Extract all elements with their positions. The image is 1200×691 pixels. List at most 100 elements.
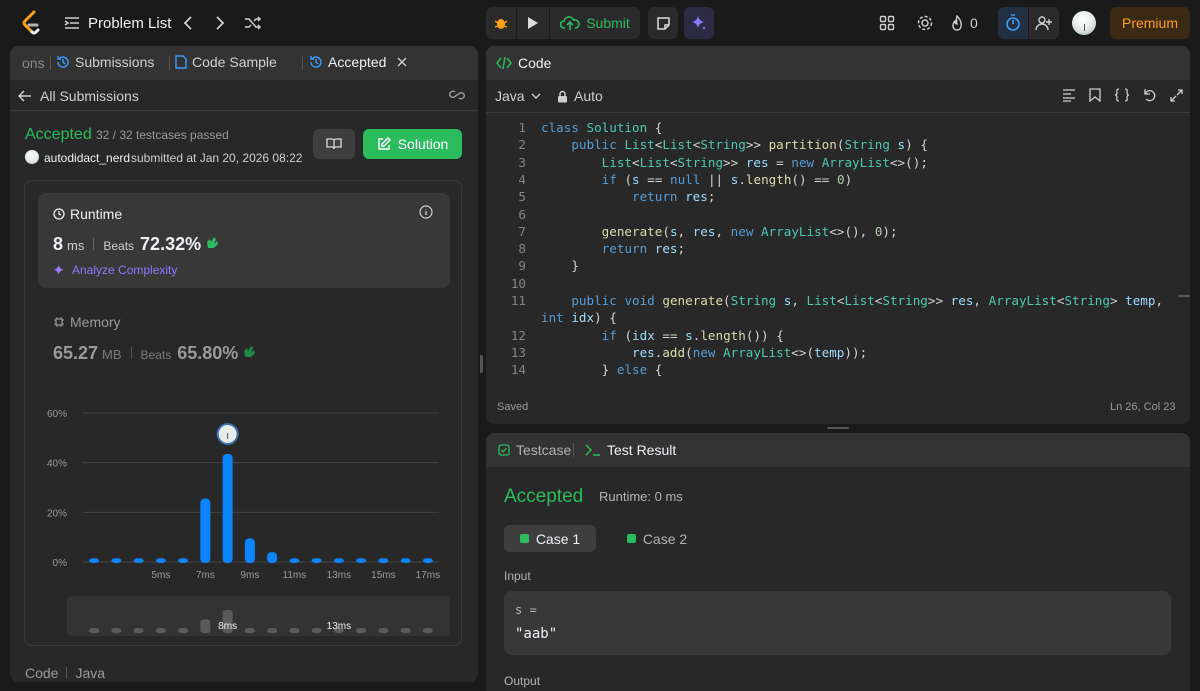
run-button[interactable] (517, 7, 549, 39)
mini-chart-bar (111, 628, 122, 633)
editorial-button[interactable] (313, 129, 355, 159)
x-tick-label: 9ms (240, 570, 259, 581)
code-line[interactable]: 4 if (s == null || s.length() == 0) (486, 172, 1190, 189)
tab-testcase[interactable]: Testcase (498, 442, 571, 458)
format-icon[interactable] (1062, 88, 1076, 102)
layout-button[interactable] (874, 10, 900, 36)
vertical-resize-handle[interactable] (480, 355, 483, 373)
chart-bar (111, 558, 122, 563)
logo-icon[interactable] (18, 9, 44, 37)
autocomplete-mode[interactable]: Auto (557, 88, 603, 104)
avatar[interactable] (1072, 11, 1096, 35)
tab-divider (302, 56, 303, 70)
mini-chart-bar (89, 628, 100, 633)
mini-chart-bar (178, 628, 189, 633)
bookmark-icon[interactable] (1089, 88, 1101, 102)
braces-icon[interactable] (1114, 88, 1130, 102)
code-line[interactable]: 3 List<List<String>> res = new ArrayList… (486, 155, 1190, 172)
lock-icon (558, 90, 567, 102)
grid-layout-icon (879, 15, 895, 31)
input-box[interactable]: s = "aab" (504, 591, 1171, 655)
input-var-name: s = (515, 603, 537, 617)
fullscreen-icon[interactable] (1170, 88, 1183, 102)
checkbox-icon (498, 444, 510, 456)
edit-icon (378, 137, 391, 150)
problem-list-label: Problem List (88, 14, 172, 32)
runtime-card[interactable]: Runtime 8 ms Beats 72.32% Analyze Comple… (38, 193, 450, 288)
case-1-button[interactable]: Case 1 (504, 525, 596, 552)
horizontal-resize-handle[interactable] (827, 427, 849, 429)
code-line[interactable]: int idx) { (486, 310, 1190, 327)
case-1-label: Case 1 (535, 530, 581, 547)
fire-icon (952, 14, 962, 31)
code-line[interactable]: 10 (486, 276, 1190, 293)
code-editor[interactable]: 1 class Solution {2 public List<List<Stri… (486, 119, 1190, 383)
mini-chart-background[interactable] (67, 596, 450, 636)
clock-icon (53, 208, 65, 220)
tab-code-sample[interactable]: Code Sample (175, 54, 277, 70)
x-tick-label: 5ms (151, 570, 170, 581)
code-line[interactable]: 8 return res; (486, 241, 1190, 258)
chevron-left-icon (183, 16, 192, 30)
premium-label: Premium (1121, 15, 1178, 31)
close-icon[interactable] (397, 57, 407, 67)
code-line[interactable]: 6 (486, 207, 1190, 224)
tab-accepted[interactable]: Accepted (309, 54, 407, 70)
settings-button[interactable] (912, 10, 938, 36)
code-line[interactable]: 2 public List<List<String>> partition(St… (486, 137, 1190, 154)
runtime-distribution-chart[interactable]: 60% 40% 20% 0% 5ms 7ms 9ms 11ms 13ms 15ms 17ms 8m… (25, 351, 461, 641)
code-line[interactable]: 1 class Solution { (486, 120, 1190, 137)
code-text: class Solution { (541, 120, 663, 135)
tab-code-sample-label: Code Sample (192, 54, 277, 70)
submitter-username[interactable]: autodidact_nerd (44, 151, 130, 165)
solution-button[interactable]: Solution (363, 129, 462, 159)
invite-button[interactable] (1029, 7, 1059, 39)
cursor-position: Ln 26, Col 23 (1110, 401, 1176, 413)
code-line[interactable]: 14 } else { (486, 362, 1190, 379)
chip-icon (54, 317, 64, 327)
submit-button[interactable]: Submit (550, 7, 640, 39)
chart-bar (400, 558, 411, 563)
info-icon[interactable] (419, 205, 433, 219)
code-line[interactable]: 13 res.add(new ArrayList<>(temp)); (486, 345, 1190, 362)
note-icon (656, 16, 670, 30)
x-tick-label: 17ms (416, 570, 440, 581)
chart-bar (89, 558, 100, 563)
submission-status: Accepted (25, 126, 92, 143)
random-problem-button[interactable] (240, 10, 266, 36)
streak-counter[interactable]: 0 (950, 10, 978, 36)
prev-problem-button[interactable] (176, 10, 200, 36)
ai-assist-button[interactable] (684, 7, 714, 39)
code-line[interactable]: 7 generate(s, res, new ArrayList<>(), 0)… (486, 224, 1190, 241)
tab-submissions[interactable]: Submissions (56, 54, 154, 70)
code-line[interactable]: 11 public void generate(String s, List<L… (486, 293, 1190, 310)
problem-list-link[interactable]: Problem List (64, 7, 171, 39)
mini-chart-bar (378, 628, 389, 633)
analyze-complexity-link[interactable]: Analyze Complexity (53, 263, 177, 277)
language-select[interactable]: Java (495, 88, 541, 104)
debug-button[interactable] (486, 7, 516, 39)
memory-title: Memory (70, 314, 121, 330)
code-text: } (571, 258, 579, 274)
premium-button[interactable]: Premium (1110, 7, 1190, 39)
case-2-button[interactable]: Case 2 (611, 525, 703, 552)
back-to-submissions[interactable]: All Submissions (18, 88, 139, 104)
next-problem-button[interactable] (208, 10, 232, 36)
code-line[interactable]: 5 return res; (486, 189, 1190, 206)
tab-accepted-label: Accepted (328, 54, 387, 70)
reset-icon[interactable] (1143, 88, 1157, 102)
code-text: if (idx == s.length()) { (601, 327, 784, 343)
code-line[interactable]: 9 } (486, 258, 1190, 275)
tab-descriptions-partial[interactable]: ons (22, 55, 45, 71)
timer-button[interactable] (998, 7, 1028, 39)
notes-button[interactable] (648, 7, 678, 39)
editor-scrollbar[interactable] (1178, 295, 1190, 297)
stopwatch-icon (1006, 14, 1020, 31)
mini-chart-label: 13ms (327, 621, 351, 632)
tab-test-result[interactable]: Test Result (585, 442, 676, 458)
line-number: 7 (518, 223, 526, 239)
divider (486, 112, 1190, 113)
runtime-unit: ms (67, 238, 85, 253)
share-link-button[interactable] (448, 88, 466, 107)
code-line[interactable]: 12 if (idx == s.length()) { (486, 328, 1190, 345)
